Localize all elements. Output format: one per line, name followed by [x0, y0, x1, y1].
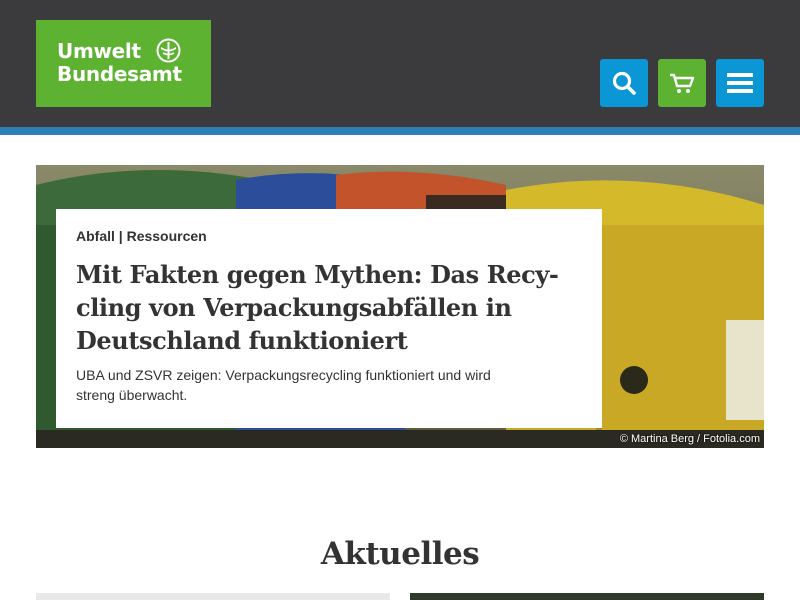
- menu-icon: [727, 73, 753, 93]
- hero-teaser-text: UBA und ZSVR zeigen: Verpackungsrecyclin…: [76, 367, 491, 403]
- hero-teaser[interactable]: Abfall | Ressourcen Mit Fakten gegen Myt…: [36, 165, 764, 448]
- hero-headline-line: Mit Fakten gegen Mythen: Das Recy-: [76, 260, 559, 289]
- section-title: Aktuelles: [320, 536, 480, 572]
- cart-icon: [670, 73, 695, 93]
- hero-card: Abfall | Ressourcen Mit Fakten gegen Myt…: [56, 209, 602, 428]
- menu-button[interactable]: [716, 59, 764, 107]
- logo-emblem-icon: [156, 38, 181, 63]
- image-credit: © Martina Berg / Fotolia.com: [619, 433, 760, 445]
- logo-text-line1: Umwelt: [57, 39, 141, 63]
- hero-headline-link[interactable]: Mit Fakten gegen Mythen: Das Recy- cling…: [76, 258, 576, 357]
- logo-text-line2: Bundesamt: [57, 62, 182, 86]
- search-button[interactable]: [600, 59, 648, 107]
- site-logo[interactable]: Umwelt Bundesamt: [36, 20, 211, 107]
- hero-headline-line: Deutschland funktioniert: [76, 326, 408, 355]
- hero-category-tags[interactable]: Abfall | Ressourcen: [76, 228, 582, 244]
- hero-headline-line: cling von Verpackungsabfällen in: [76, 293, 512, 322]
- news-card[interactable]: [36, 593, 390, 600]
- search-icon: [612, 71, 636, 95]
- cart-button[interactable]: [658, 59, 706, 107]
- news-card[interactable]: [410, 593, 764, 600]
- site-header: Umwelt Bundesamt: [0, 0, 800, 127]
- header-accent-stripe: [0, 127, 800, 135]
